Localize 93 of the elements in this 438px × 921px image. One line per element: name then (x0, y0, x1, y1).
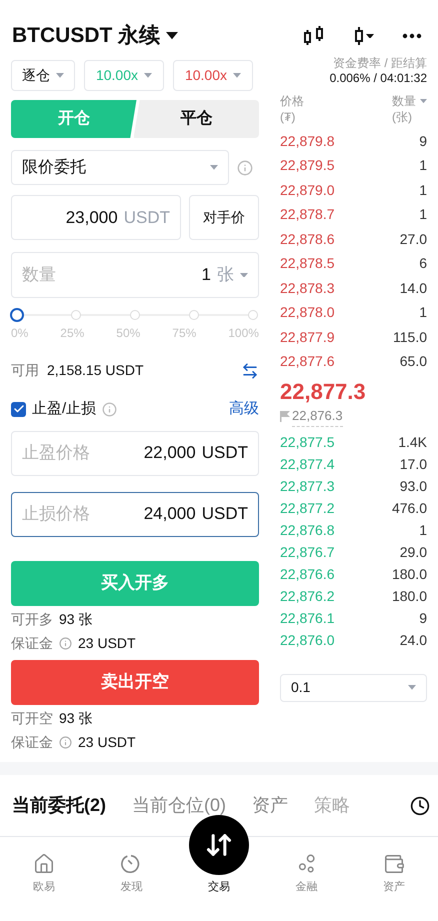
ask-quantity: 6 (419, 254, 427, 274)
max-open-label: 可开空 (11, 708, 53, 728)
bid-price: 22,877.4 (280, 455, 334, 474)
field-placeholder: 止盈价格 (22, 442, 91, 464)
bid-price: 22,877.2 (280, 499, 334, 518)
bid-quantity: 24.0 (400, 631, 427, 650)
bid-quantity: 180.0 (392, 587, 427, 606)
field-unit: USDT (202, 442, 248, 464)
ask-price: 22,878.0 (280, 303, 334, 322)
margin-mode-dropdown[interactable]: 逐仓 (11, 60, 75, 91)
bid-price: 22,876.2 (280, 587, 334, 606)
advanced-link[interactable]: 高级 (229, 398, 259, 420)
ask-quantity: 27.0 (400, 230, 427, 249)
available-label: 可用 (11, 361, 39, 380)
ask-price: 22,877.9 (280, 328, 334, 347)
field-value: 24,000 (144, 503, 196, 526)
quantity-field[interactable]: 数量 1 张 (11, 252, 259, 298)
slider-tick-label: 100% (228, 325, 259, 342)
slider-tick-label: 0% (11, 325, 28, 342)
side-tab[interactable]: 平仓 (134, 100, 259, 138)
ask-quantity: 1 (419, 205, 427, 224)
price-unit-label: (₮) (280, 109, 296, 125)
bid-price: 22,877.3 (280, 477, 334, 496)
ask-price: 22,879.0 (280, 180, 334, 200)
ask-price: 22,877.6 (280, 352, 334, 372)
slider-tick-label: 50% (116, 325, 140, 342)
ask-quantity: 1 (419, 156, 427, 176)
margin-value: 23 USDT (78, 732, 136, 752)
price-unit: USDT (124, 206, 170, 229)
ask-quantity: 115.0 (393, 328, 427, 347)
margin-value: 23 USDT (78, 634, 136, 652)
ask-quantity: 1 (419, 303, 427, 322)
slider-tick-label: 25% (60, 325, 84, 342)
bid-quantity: 180.0 (392, 565, 427, 584)
max-open-label: 可开多 (11, 610, 53, 628)
margin-label: 保证金 (11, 732, 53, 752)
bid-price: 22,876.8 (280, 521, 334, 540)
bid-price: 22,876.0 (280, 631, 334, 650)
quantity-column-header: 数量 (392, 93, 416, 109)
quantity-value: 1 (202, 264, 211, 286)
slider-tick-label: 75% (172, 325, 196, 342)
nav-item[interactable]: 发现 (88, 852, 176, 895)
mark-price: 22,876.3 (292, 406, 343, 426)
bid-price: 22,876.1 (280, 609, 334, 628)
bid-price: 22,876.7 (280, 543, 334, 562)
bid-price: 22,876.6 (280, 565, 334, 584)
ask-quantity: 9 (419, 132, 427, 151)
sell-short-button[interactable]: 卖出开空 (11, 660, 259, 704)
available-value: 2,158.15 USDT (47, 361, 144, 380)
tpsl-price-field[interactable]: 止盈价格 22,000 USDT (11, 430, 259, 476)
last-price: 22,877.3 (280, 378, 367, 406)
bid-quantity: 1.4K (398, 433, 427, 452)
tpsl-label: 止盈/止损 (32, 399, 96, 419)
ask-price: 22,878.5 (280, 254, 334, 274)
quantity-unit-label: (张) (392, 109, 412, 125)
ask-quantity: 65.0 (400, 352, 427, 372)
funding-value: 0.006% / 04:01:32 (328, 71, 427, 86)
funding-label: 资金费率 / 距结算 (332, 56, 427, 71)
bid-quantity: 17.0 (400, 455, 427, 474)
nav-item[interactable]: 欧易 (0, 852, 88, 895)
quantity-placeholder: 数量 (22, 264, 57, 286)
field-unit: USDT (202, 503, 248, 526)
depth-dropdown[interactable]: 0.1 (280, 674, 427, 702)
max-open-value: 93 张 (59, 610, 92, 628)
field-value: 22,000 (144, 442, 196, 464)
price-value: 23,000 (66, 206, 118, 229)
tpsl-price-field[interactable]: 止损价格 24,000 USDT (11, 492, 259, 536)
ask-price: 22,879.8 (280, 132, 334, 151)
nav-item[interactable]: 资产 (350, 852, 438, 895)
quantity-unit: 张 (217, 264, 234, 286)
short-leverage-dropdown[interactable]: 10.00x (173, 60, 253, 91)
field-placeholder: 止损价格 (22, 503, 91, 526)
bid-quantity: 9 (419, 609, 427, 628)
order-tab[interactable]: 当前委托(2) (12, 792, 106, 819)
order-type-dropdown[interactable]: 限价委托 (11, 150, 229, 185)
margin-label: 保证金 (11, 634, 53, 652)
bid-quantity: 1 (419, 521, 427, 540)
nav-item[interactable]: 金融 (262, 852, 350, 895)
ask-quantity: 1 (419, 180, 427, 200)
bid-quantity: 93.0 (400, 477, 427, 496)
price-column-header: 价格 (280, 93, 304, 109)
price-field[interactable]: 23,000 USDT (11, 195, 181, 240)
ask-quantity: 14.0 (400, 278, 427, 298)
ask-price: 22,878.6 (280, 230, 334, 249)
ask-price: 22,878.7 (280, 205, 334, 224)
bid-quantity: 29.0 (400, 543, 427, 562)
bid-price: 22,877.5 (280, 433, 334, 452)
ask-price: 22,878.3 (280, 278, 334, 298)
counterparty-price-button[interactable]: 对手价 (189, 195, 259, 240)
page-title: BTCUSDT 永续 (12, 22, 160, 50)
ask-price: 22,879.5 (280, 156, 334, 176)
max-open-value: 93 张 (59, 708, 92, 728)
bid-quantity: 476.0 (392, 499, 427, 518)
